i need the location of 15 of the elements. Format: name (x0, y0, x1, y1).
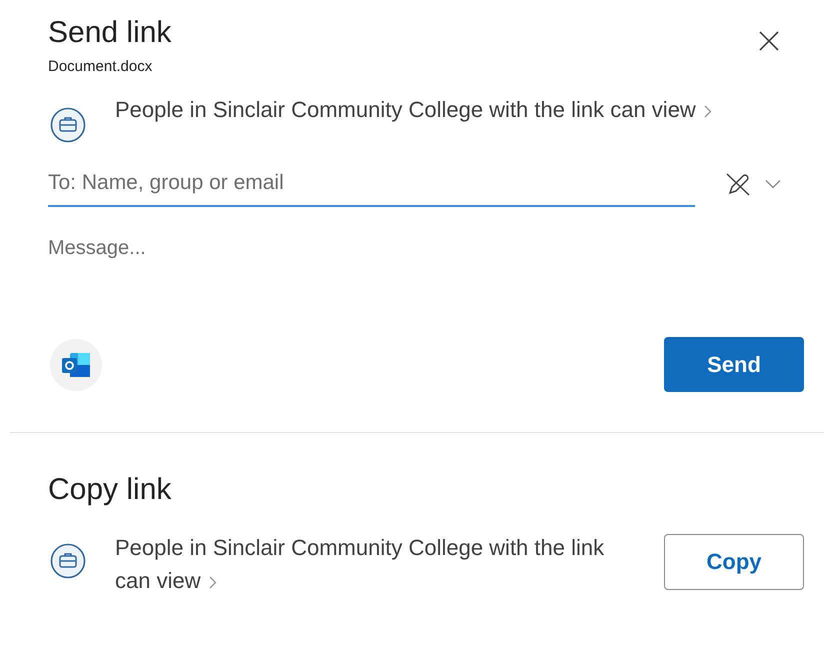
chevron-right-icon (704, 104, 712, 118)
mail-app-icon (60, 350, 92, 378)
dialog-title: Send link (48, 15, 172, 51)
permission-link[interactable]: People in Sinclair Community College with the link can view (115, 531, 635, 597)
permission-link[interactable]: People in Sinclair Community College with the link can view (115, 93, 715, 126)
close-button[interactable] (758, 30, 780, 52)
section-title: Copy link (48, 472, 172, 508)
briefcase-icon (50, 107, 86, 143)
copy-button[interactable]: Copy (664, 534, 804, 590)
close-icon (758, 30, 780, 52)
chevron-down-icon (765, 179, 781, 189)
file-name: Document.docx (48, 58, 154, 75)
send-button[interactable]: Send (664, 337, 804, 392)
chevron-right-icon (208, 576, 217, 589)
briefcase-icon (50, 543, 86, 579)
